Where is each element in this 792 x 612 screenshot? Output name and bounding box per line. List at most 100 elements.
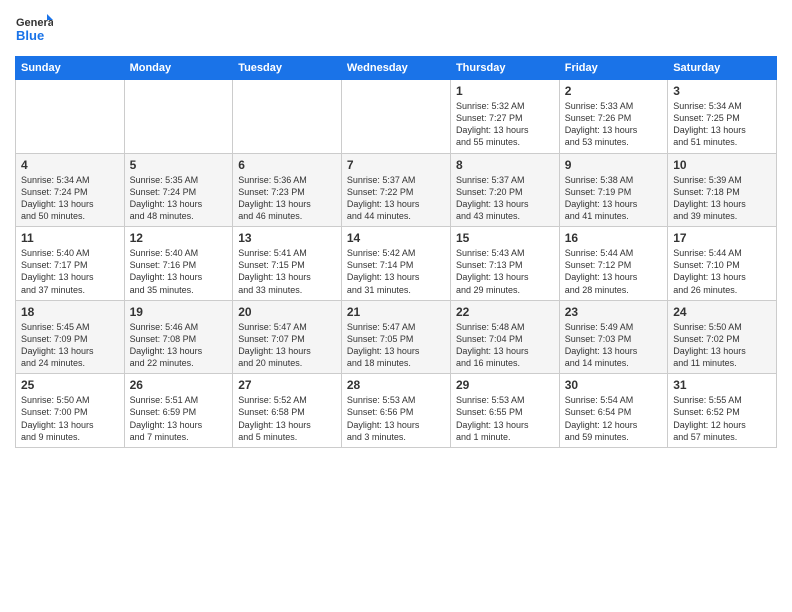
day-number-16: 16 [565, 231, 662, 245]
cell-0-2 [233, 80, 342, 154]
cell-2-5: 16 Sunrise: 5:44 AMSunset: 7:12 PMDayligh… [559, 227, 667, 301]
day-number-6: 6 [238, 158, 336, 172]
cell-info-14: Sunrise: 5:42 AMSunset: 7:14 PMDaylight:… [347, 247, 445, 296]
cell-info-8: Sunrise: 5:37 AMSunset: 7:20 PMDaylight:… [456, 174, 554, 223]
cell-1-2: 6 Sunrise: 5:36 AMSunset: 7:23 PMDaylight… [233, 153, 342, 227]
weekday-saturday: Saturday [668, 57, 777, 80]
day-number-4: 4 [21, 158, 119, 172]
day-number-26: 26 [130, 378, 228, 392]
cell-info-26: Sunrise: 5:51 AMSunset: 6:59 PMDaylight:… [130, 394, 228, 443]
day-number-15: 15 [456, 231, 554, 245]
cell-info-31: Sunrise: 5:55 AMSunset: 6:52 PMDaylight:… [673, 394, 771, 443]
day-number-18: 18 [21, 305, 119, 319]
cell-2-2: 13 Sunrise: 5:41 AMSunset: 7:15 PMDayligh… [233, 227, 342, 301]
day-number-7: 7 [347, 158, 445, 172]
cell-info-11: Sunrise: 5:40 AMSunset: 7:17 PMDaylight:… [21, 247, 119, 296]
day-number-1: 1 [456, 84, 554, 98]
cell-4-5: 30 Sunrise: 5:54 AMSunset: 6:54 PMDayligh… [559, 374, 667, 448]
day-number-2: 2 [565, 84, 662, 98]
cell-4-2: 27 Sunrise: 5:52 AMSunset: 6:58 PMDayligh… [233, 374, 342, 448]
cell-0-6: 3 Sunrise: 5:34 AMSunset: 7:25 PMDaylight… [668, 80, 777, 154]
cell-2-4: 15 Sunrise: 5:43 AMSunset: 7:13 PMDayligh… [450, 227, 559, 301]
cell-info-7: Sunrise: 5:37 AMSunset: 7:22 PMDaylight:… [347, 174, 445, 223]
cell-3-6: 24 Sunrise: 5:50 AMSunset: 7:02 PMDayligh… [668, 300, 777, 374]
day-number-22: 22 [456, 305, 554, 319]
cell-1-0: 4 Sunrise: 5:34 AMSunset: 7:24 PMDaylight… [16, 153, 125, 227]
cell-2-0: 11 Sunrise: 5:40 AMSunset: 7:17 PMDayligh… [16, 227, 125, 301]
day-number-21: 21 [347, 305, 445, 319]
cell-1-5: 9Sunrise: 5:38 AMSunset: 7:19 PMDaylight… [559, 153, 667, 227]
weekday-header-row: SundayMondayTuesdayWednesdayThursdayFrid… [16, 57, 777, 80]
cell-info-4: Sunrise: 5:34 AMSunset: 7:24 PMDaylight:… [21, 174, 119, 223]
cell-info-13: Sunrise: 5:41 AMSunset: 7:15 PMDaylight:… [238, 247, 336, 296]
cell-3-1: 19 Sunrise: 5:46 AMSunset: 7:08 PMDayligh… [124, 300, 233, 374]
weekday-thursday: Thursday [450, 57, 559, 80]
day-number-24: 24 [673, 305, 771, 319]
logo-svg: General Blue [15, 10, 53, 48]
cell-info-12: Sunrise: 5:40 AMSunset: 7:16 PMDaylight:… [130, 247, 228, 296]
day-number-11: 11 [21, 231, 119, 245]
day-number-30: 30 [565, 378, 662, 392]
weekday-wednesday: Wednesday [341, 57, 450, 80]
cell-0-1 [124, 80, 233, 154]
weekday-tuesday: Tuesday [233, 57, 342, 80]
cell-0-5: 2 Sunrise: 5:33 AMSunset: 7:26 PMDaylight… [559, 80, 667, 154]
day-number-23: 23 [565, 305, 662, 319]
cell-2-1: 12Sunrise: 5:40 AMSunset: 7:16 PMDayligh… [124, 227, 233, 301]
cell-1-6: 10Sunrise: 5:39 AMSunset: 7:18 PMDayligh… [668, 153, 777, 227]
cell-1-1: 5 Sunrise: 5:35 AMSunset: 7:24 PMDaylight… [124, 153, 233, 227]
cell-info-17: Sunrise: 5:44 AMSunset: 7:10 PMDaylight:… [673, 247, 771, 296]
week-row-1: 1 Sunrise: 5:32 AMSunset: 7:27 PMDaylight… [16, 80, 777, 154]
day-number-27: 27 [238, 378, 336, 392]
day-number-8: 8 [456, 158, 554, 172]
day-number-19: 19 [130, 305, 228, 319]
cell-4-6: 31 Sunrise: 5:55 AMSunset: 6:52 PMDayligh… [668, 374, 777, 448]
cell-2-3: 14 Sunrise: 5:42 AMSunset: 7:14 PMDayligh… [341, 227, 450, 301]
cell-info-15: Sunrise: 5:43 AMSunset: 7:13 PMDaylight:… [456, 247, 554, 296]
day-number-28: 28 [347, 378, 445, 392]
cell-4-0: 25 Sunrise: 5:50 AMSunset: 7:00 PMDayligh… [16, 374, 125, 448]
cell-0-3 [341, 80, 450, 154]
cell-2-6: 17Sunrise: 5:44 AMSunset: 7:10 PMDayligh… [668, 227, 777, 301]
cell-info-5: Sunrise: 5:35 AMSunset: 7:24 PMDaylight:… [130, 174, 228, 223]
cell-4-1: 26 Sunrise: 5:51 AMSunset: 6:59 PMDayligh… [124, 374, 233, 448]
cell-info-23: Sunrise: 5:49 AMSunset: 7:03 PMDaylight:… [565, 321, 662, 370]
cell-info-19: Sunrise: 5:46 AMSunset: 7:08 PMDaylight:… [130, 321, 228, 370]
page-header: General Blue [15, 10, 777, 48]
cell-3-2: 20 Sunrise: 5:47 AMSunset: 7:07 PMDayligh… [233, 300, 342, 374]
cell-3-5: 23 Sunrise: 5:49 AMSunset: 7:03 PMDayligh… [559, 300, 667, 374]
day-number-31: 31 [673, 378, 771, 392]
day-number-13: 13 [238, 231, 336, 245]
cell-3-0: 18Sunrise: 5:45 AMSunset: 7:09 PMDayligh… [16, 300, 125, 374]
day-number-25: 25 [21, 378, 119, 392]
cell-info-2: Sunrise: 5:33 AMSunset: 7:26 PMDaylight:… [565, 100, 662, 149]
day-number-10: 10 [673, 158, 771, 172]
cell-3-3: 21Sunrise: 5:47 AMSunset: 7:05 PMDayligh… [341, 300, 450, 374]
cell-info-16: Sunrise: 5:44 AMSunset: 7:12 PMDaylight:… [565, 247, 662, 296]
day-number-5: 5 [130, 158, 228, 172]
cell-info-30: Sunrise: 5:54 AMSunset: 6:54 PMDaylight:… [565, 394, 662, 443]
cell-4-4: 29Sunrise: 5:53 AMSunset: 6:55 PMDayligh… [450, 374, 559, 448]
cell-info-6: Sunrise: 5:36 AMSunset: 7:23 PMDaylight:… [238, 174, 336, 223]
cell-info-9: Sunrise: 5:38 AMSunset: 7:19 PMDaylight:… [565, 174, 662, 223]
cell-3-4: 22 Sunrise: 5:48 AMSunset: 7:04 PMDayligh… [450, 300, 559, 374]
cell-1-3: 7 Sunrise: 5:37 AMSunset: 7:22 PMDaylight… [341, 153, 450, 227]
cell-0-4: 1 Sunrise: 5:32 AMSunset: 7:27 PMDaylight… [450, 80, 559, 154]
day-number-20: 20 [238, 305, 336, 319]
cell-info-27: Sunrise: 5:52 AMSunset: 6:58 PMDaylight:… [238, 394, 336, 443]
cell-info-20: Sunrise: 5:47 AMSunset: 7:07 PMDaylight:… [238, 321, 336, 370]
cell-info-3: Sunrise: 5:34 AMSunset: 7:25 PMDaylight:… [673, 100, 771, 149]
week-row-5: 25 Sunrise: 5:50 AMSunset: 7:00 PMDayligh… [16, 374, 777, 448]
day-number-3: 3 [673, 84, 771, 98]
cell-info-1: Sunrise: 5:32 AMSunset: 7:27 PMDaylight:… [456, 100, 554, 149]
cell-info-25: Sunrise: 5:50 AMSunset: 7:00 PMDaylight:… [21, 394, 119, 443]
cell-info-24: Sunrise: 5:50 AMSunset: 7:02 PMDaylight:… [673, 321, 771, 370]
cell-0-0 [16, 80, 125, 154]
cell-info-22: Sunrise: 5:48 AMSunset: 7:04 PMDaylight:… [456, 321, 554, 370]
day-number-14: 14 [347, 231, 445, 245]
weekday-friday: Friday [559, 57, 667, 80]
cell-info-29: Sunrise: 5:53 AMSunset: 6:55 PMDaylight:… [456, 394, 554, 443]
svg-text:Blue: Blue [16, 28, 44, 43]
weekday-sunday: Sunday [16, 57, 125, 80]
calendar-table: SundayMondayTuesdayWednesdayThursdayFrid… [15, 56, 777, 448]
